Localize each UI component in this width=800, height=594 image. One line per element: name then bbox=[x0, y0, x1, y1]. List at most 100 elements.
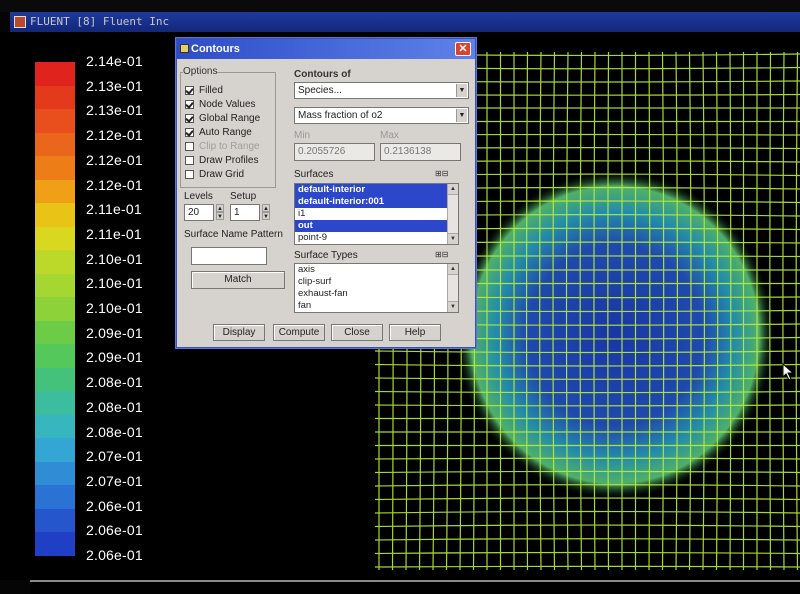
list-item[interactable]: default-interior bbox=[295, 184, 458, 196]
contours-of-label: Contours of bbox=[294, 69, 351, 80]
colorbar-swatch bbox=[35, 179, 75, 204]
min-label: Min bbox=[294, 130, 311, 141]
app-title-bar: FLUENT [8] Fluent Inc bbox=[10, 12, 800, 32]
help-button[interactable]: Help bbox=[389, 324, 441, 341]
colorbar-tick-label: 2.13e-01 bbox=[86, 102, 143, 119]
fluent-app-icon bbox=[14, 16, 26, 28]
contours-variable-select[interactable]: Mass fraction of o2 ▼ bbox=[294, 107, 469, 124]
max-value-field: 0.2136138 bbox=[380, 143, 461, 161]
colorbar-tick-label: 2.09e-01 bbox=[86, 324, 143, 341]
colorbar-tick-label: 2.08e-01 bbox=[86, 398, 143, 415]
contours-category-select[interactable]: Species... ▼ bbox=[294, 82, 469, 99]
surface-types-label: Surface Types bbox=[294, 250, 358, 261]
colorbar-tick-label: 2.06e-01 bbox=[86, 547, 143, 563]
colorbar-swatch bbox=[35, 414, 75, 439]
surface-name-pattern-input[interactable] bbox=[191, 247, 267, 265]
checkbox-icon bbox=[185, 127, 194, 137]
surfaces-scrollbar[interactable]: ▲ ▼ bbox=[447, 184, 458, 244]
colorbar-tick-label: 2.10e-01 bbox=[86, 250, 143, 267]
mouse-cursor-icon bbox=[782, 363, 795, 381]
list-item[interactable]: fan bbox=[295, 300, 458, 312]
colorbar-swatch bbox=[35, 438, 75, 462]
surfaces-listbox[interactable]: default-interior default-interior:001 i1 ou… bbox=[294, 183, 459, 245]
list-item[interactable]: default-interior:001 bbox=[295, 196, 458, 208]
colorbar-swatch bbox=[35, 62, 75, 86]
compute-button[interactable]: Compute bbox=[273, 324, 325, 341]
surface-name-pattern-label: Surface Name Pattern bbox=[184, 229, 283, 240]
scroll-down-icon[interactable]: ▼ bbox=[448, 233, 458, 244]
checkbox-label: Draw Grid bbox=[199, 169, 245, 180]
list-item[interactable]: out bbox=[295, 220, 458, 232]
scroll-up-icon[interactable]: ▲ bbox=[448, 184, 458, 195]
colorbar-swatch bbox=[35, 391, 75, 415]
close-icon[interactable]: ✕ bbox=[455, 42, 471, 56]
colorbar-swatch bbox=[35, 226, 75, 251]
checkbox-label: Node Values bbox=[199, 99, 256, 110]
colorbar-tick-label: 2.09e-01 bbox=[86, 349, 143, 366]
checkbox-icon bbox=[185, 141, 194, 151]
colorbar-tick-label: 2.07e-01 bbox=[86, 472, 143, 489]
colorbar-tick-label: 2.13e-01 bbox=[86, 77, 143, 94]
colorbar-tick-label: 2.10e-01 bbox=[86, 275, 143, 292]
contours-dialog: Contours ✕ Options Filled Node Values Glob… bbox=[176, 38, 476, 348]
option-auto-range-checkbox[interactable]: Auto Range bbox=[185, 126, 252, 139]
surfaces-label: Surfaces bbox=[294, 169, 334, 180]
list-item[interactable]: i1 bbox=[295, 208, 458, 220]
checkbox-icon bbox=[185, 113, 194, 123]
colorbar-swatch bbox=[35, 250, 75, 274]
colorbar-tick-label: 2.06e-01 bbox=[86, 497, 143, 514]
contours-variable-value: Mass fraction of o2 bbox=[298, 110, 383, 121]
scroll-down-icon[interactable]: ▼ bbox=[448, 301, 458, 312]
monitor-bezel bbox=[0, 0, 800, 12]
select-all-icon[interactable]: ⊞⊟ bbox=[435, 169, 448, 178]
close-button[interactable]: Close bbox=[331, 324, 383, 341]
match-button[interactable]: Match bbox=[191, 271, 285, 289]
colorbar-swatch bbox=[35, 320, 75, 345]
option-node-values-checkbox[interactable]: Node Values bbox=[185, 98, 256, 111]
chevron-down-icon: ▼ bbox=[456, 109, 467, 122]
surface-types-scrollbar[interactable]: ▲ ▼ bbox=[447, 264, 458, 312]
option-draw-grid-checkbox[interactable]: Draw Grid bbox=[185, 168, 244, 181]
dialog-title: Contours bbox=[191, 43, 240, 55]
surface-types-listbox[interactable]: axis clip-surf exhaust-fan fan ▲ ▼ bbox=[294, 263, 459, 313]
colorbar-swatch bbox=[35, 367, 75, 392]
colorbar-tick-label: 2.08e-01 bbox=[86, 374, 143, 391]
scroll-up-icon[interactable]: ▲ bbox=[448, 264, 458, 275]
colorbar-swatch bbox=[35, 485, 75, 509]
colorbar-tick-label: 2.12e-01 bbox=[86, 176, 143, 193]
max-label: Max bbox=[380, 130, 399, 141]
colorbar-swatch bbox=[35, 203, 75, 227]
list-item[interactable]: axis bbox=[295, 264, 458, 276]
colorbar-swatch bbox=[35, 273, 75, 298]
colorbar-tick-label: 2.12e-01 bbox=[86, 151, 143, 168]
colorbar-tick-label: 2.12e-01 bbox=[86, 127, 143, 144]
levels-label: Levels bbox=[184, 191, 213, 202]
list-item[interactable]: point-9 bbox=[295, 232, 458, 244]
levels-spinner[interactable]: ▲ ▼ bbox=[216, 204, 224, 220]
colorbar-swatch bbox=[35, 508, 75, 533]
checkbox-icon bbox=[185, 85, 194, 95]
levels-input[interactable]: 20 bbox=[184, 204, 214, 221]
colorbar-tick-label: 2.11e-01 bbox=[86, 225, 142, 242]
dialog-title-bar[interactable]: Contours ✕ bbox=[177, 39, 475, 59]
list-item[interactable]: exhaust-fan bbox=[295, 288, 458, 300]
list-item[interactable]: clip-surf bbox=[295, 276, 458, 288]
select-all-icon[interactable]: ⊞⊟ bbox=[435, 250, 448, 259]
chevron-down-icon: ▼ bbox=[456, 84, 467, 97]
min-value-field: 0.2055726 bbox=[294, 143, 375, 161]
checkbox-label: Draw Profiles bbox=[199, 155, 259, 166]
display-button[interactable]: Display bbox=[213, 324, 265, 341]
checkbox-icon bbox=[185, 99, 194, 109]
checkbox-label: Filled bbox=[199, 85, 223, 96]
setup-spinner[interactable]: ▲ ▼ bbox=[262, 204, 270, 220]
option-filled-checkbox[interactable]: Filled bbox=[185, 84, 223, 97]
colorbar-swatch bbox=[35, 85, 75, 110]
checkbox-label: Auto Range bbox=[199, 127, 252, 138]
checkbox-icon bbox=[185, 155, 194, 165]
colorbar-tick-label: 2.06e-01 bbox=[86, 522, 143, 539]
colorbar-swatch bbox=[35, 344, 75, 368]
setup-input[interactable]: 1 bbox=[230, 204, 260, 221]
option-global-range-checkbox[interactable]: Global Range bbox=[185, 112, 260, 125]
checkbox-icon bbox=[185, 169, 194, 179]
option-draw-profiles-checkbox[interactable]: Draw Profiles bbox=[185, 154, 258, 167]
